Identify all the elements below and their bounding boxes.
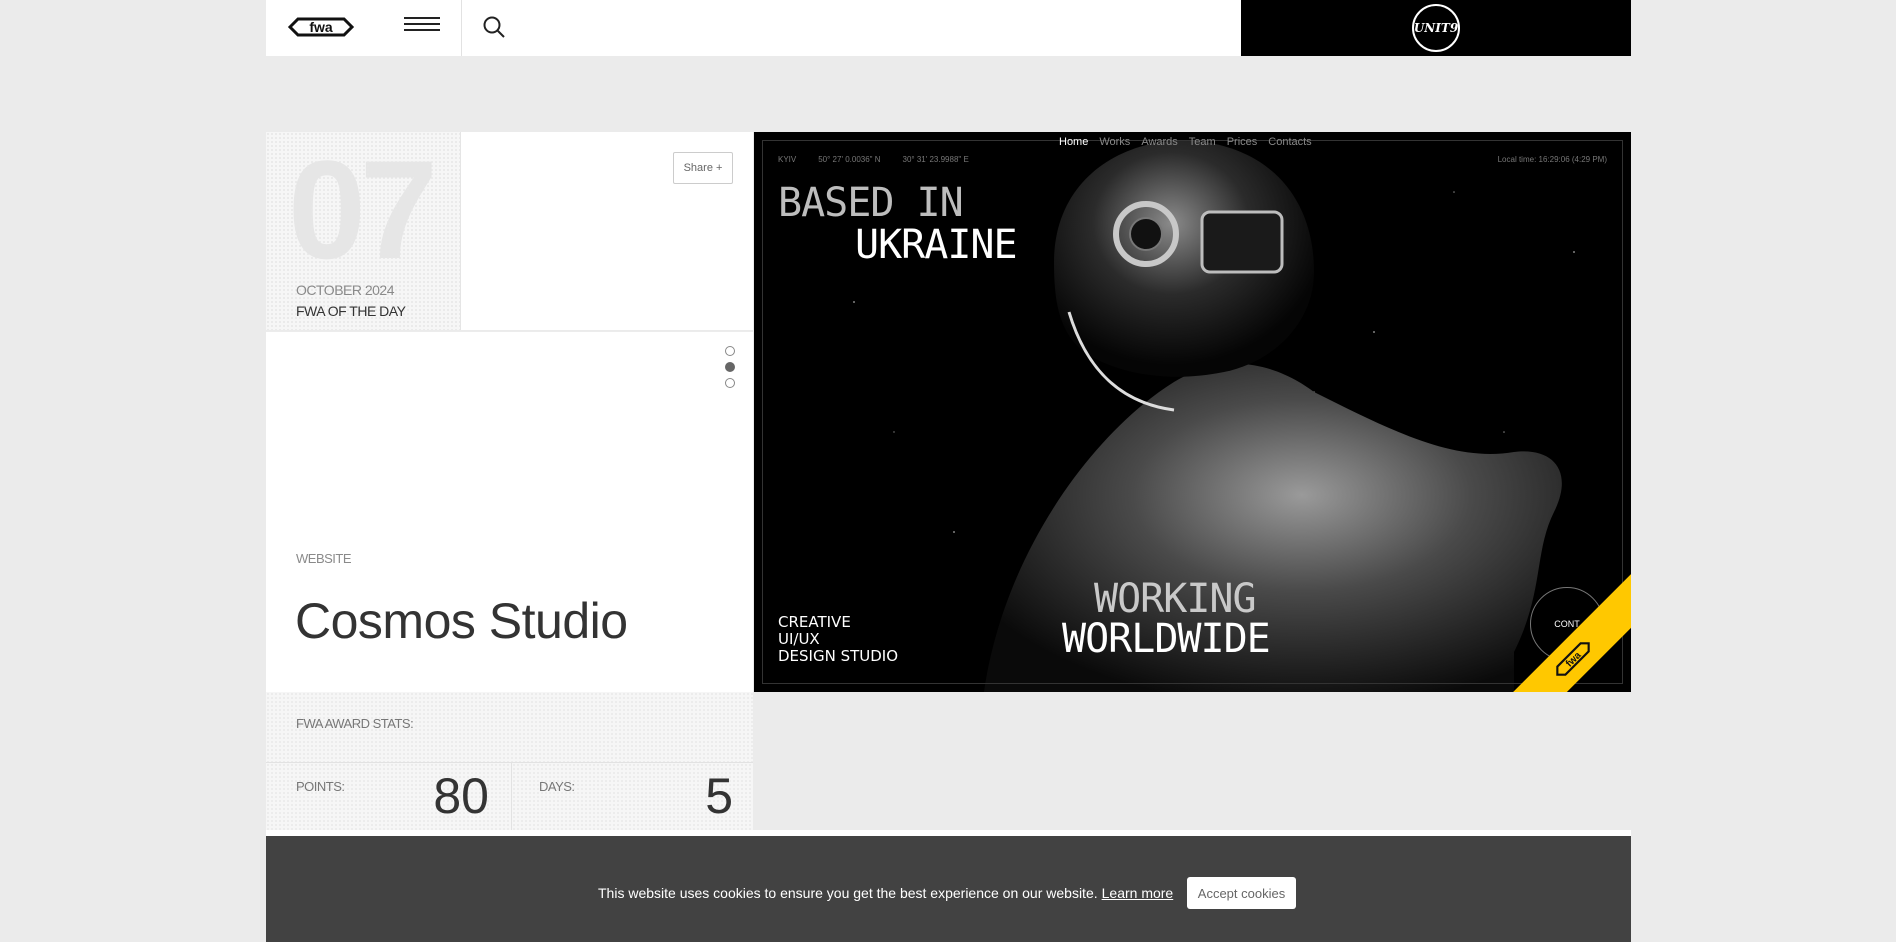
points-label: POINTS: (296, 779, 345, 794)
preview-studio-line-1: CREATIVE (778, 613, 851, 631)
preview-studio-line-2: UI/UX (778, 630, 820, 648)
sponsor-banner[interactable]: UNIT9 (1241, 0, 1631, 56)
preview-nav-team: Team (1188, 136, 1216, 148)
points-value: 80 (433, 768, 489, 824)
cookie-message: This website uses cookies to ensure you … (598, 885, 1098, 901)
project-name[interactable]: Cosmos Studio (295, 592, 628, 650)
preview-headline-1: BASED IN (778, 180, 964, 226)
share-button[interactable]: Share + (673, 152, 733, 184)
hamburger-icon[interactable] (404, 17, 440, 37)
svg-text:fwa: fwa (309, 19, 333, 35)
preview-studio-line-3: DESIGN STUDIO (778, 647, 899, 665)
search-icon[interactable] (481, 14, 507, 40)
cookie-banner: This website uses cookies to ensure you … (266, 836, 1631, 942)
days-value: 5 (705, 768, 733, 824)
preview-local-time: Local time: 16:29:06 (4:29 PM) (1497, 155, 1607, 164)
preview-nav-home: Home (1059, 136, 1089, 148)
svg-text:fwa: fwa (1564, 650, 1584, 670)
accept-cookies-button[interactable]: Accept cookies (1187, 877, 1296, 909)
slide-dot-3[interactable] (725, 378, 735, 388)
preview-headline-2: UKRAINE (855, 222, 1018, 268)
cookie-message-wrap: This website uses cookies to ensure you … (598, 885, 1173, 901)
preview-city: KYIV (778, 155, 797, 164)
days-stat: DAYS: 5 (512, 763, 753, 831)
preview-nav: Home Works Awards Team Prices Contacts (1059, 136, 1312, 148)
slide-dot-1[interactable] (725, 346, 735, 356)
preview-coordinates: KYIV 50° 27' 0.0036" N 30° 31' 23.9988" … (778, 155, 969, 164)
share-area: Share + (461, 132, 753, 330)
project-type: WEBSITE (296, 551, 352, 566)
stats-heading: FWA AWARD STATS: (296, 716, 414, 731)
website-preview-image[interactable]: Home Works Awards Team Prices Contacts K… (754, 132, 1631, 692)
sponsor-logo[interactable]: UNIT9 (1412, 4, 1460, 52)
award-month: OCTOBER 2024 (296, 282, 395, 298)
project-info: WEBSITE Cosmos Studio (266, 331, 753, 692)
slide-pagination (725, 346, 735, 394)
preview-nav-contacts: Contacts (1268, 136, 1312, 148)
date-box: 07 OCTOBER 2024 FWA OF THE DAY (266, 132, 461, 330)
slide-dot-2[interactable] (725, 362, 735, 372)
preview-nav-works: Works (1099, 136, 1131, 148)
award-title: FWA OF THE DAY (296, 303, 406, 319)
preview-nav-awards: Awards (1141, 136, 1178, 148)
preview-studio-text: CREATIVE UI/UX DESIGN STUDIO (778, 614, 898, 665)
award-day: 07 (288, 131, 438, 288)
days-label: DAYS: (539, 779, 575, 794)
preview-lon: 30° 31' 23.9988" E (902, 155, 969, 164)
divider (461, 0, 462, 56)
learn-more-link[interactable]: Learn more (1102, 885, 1174, 901)
stats-heading-box: FWA AWARD STATS: (266, 692, 753, 763)
preview-headline-4: WORLDWIDE (1062, 616, 1271, 662)
points-stat: POINTS: 80 (266, 763, 512, 831)
preview-nav-prices: Prices (1226, 136, 1258, 148)
preview-headline-3: WORKING (1094, 576, 1257, 622)
fwa-logo[interactable]: fwa (286, 15, 356, 39)
preview-lat: 50° 27' 0.0036" N (818, 155, 881, 164)
top-bar: fwa UNIT9 (266, 0, 1631, 56)
